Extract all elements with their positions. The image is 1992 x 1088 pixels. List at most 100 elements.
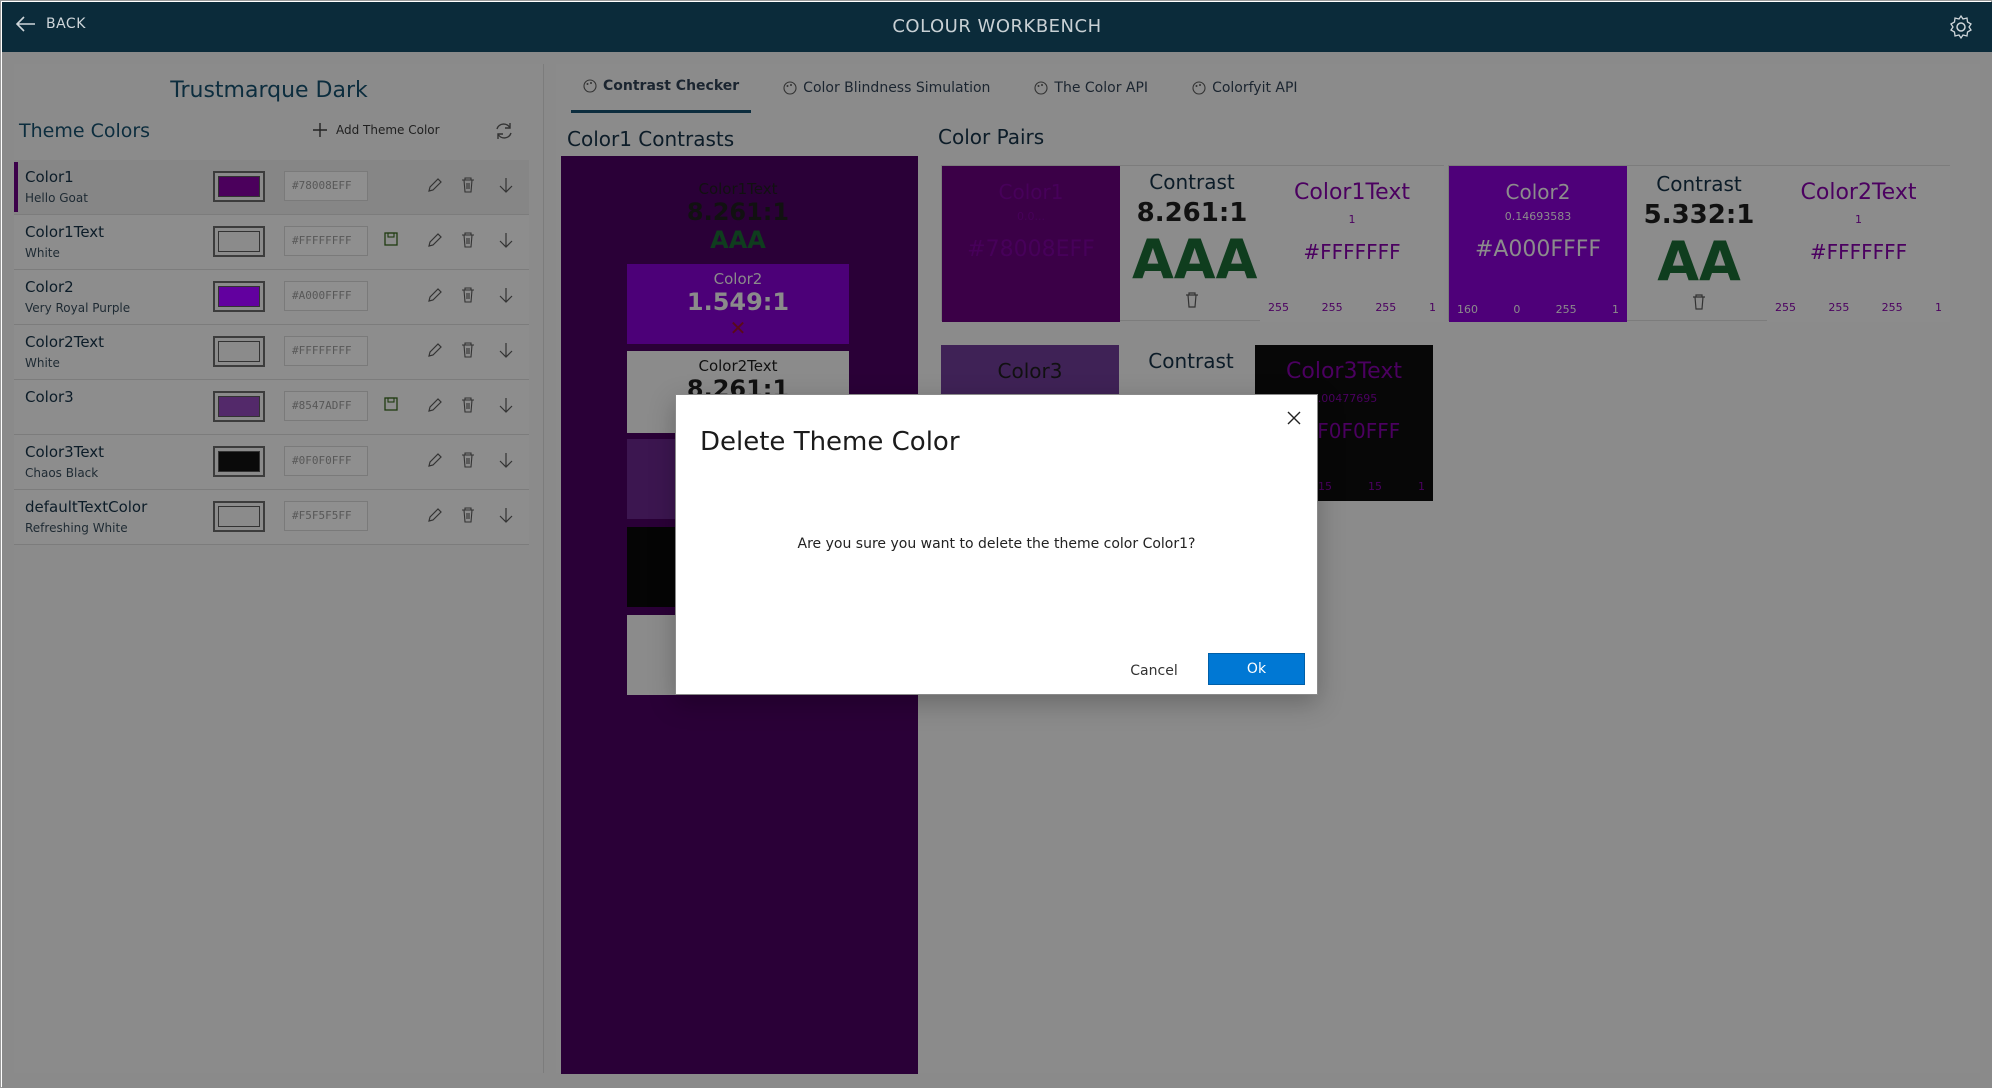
theme-color-row[interactable]: Color2Text White #FFFFFFFF bbox=[14, 325, 529, 380]
arrow-down-icon[interactable] bbox=[498, 231, 514, 249]
delete-icon[interactable] bbox=[460, 341, 476, 359]
save-icon[interactable] bbox=[383, 231, 399, 247]
hex-input[interactable]: #FFFFFFFF bbox=[284, 226, 368, 256]
dialog-message: Are you sure you want to delete the them… bbox=[797, 536, 1196, 552]
gear-icon[interactable] bbox=[1948, 14, 1974, 40]
hex-input[interactable]: #0F0F0FFF bbox=[284, 446, 368, 476]
app-window: BACK COLOUR WORKBENCH Trustmarque Dark T… bbox=[0, 0, 1992, 1088]
app-title: COLOUR WORKBENCH bbox=[892, 16, 1102, 37]
edit-icon[interactable] bbox=[426, 451, 444, 469]
delete-icon[interactable] bbox=[1692, 294, 1706, 310]
theme-color-row[interactable]: defaultTextColor Refreshing White #F5F5F5F… bbox=[14, 490, 529, 545]
delete-icon[interactable] bbox=[460, 231, 476, 249]
color-swatch[interactable] bbox=[213, 391, 265, 422]
arrow-down-icon[interactable] bbox=[498, 396, 514, 414]
edit-icon[interactable] bbox=[426, 176, 444, 194]
color-pairs-heading: Color Pairs bbox=[938, 125, 1045, 149]
contrast-box-color2: Color2 1.549:1 ✕ bbox=[627, 264, 849, 344]
color-name: Color3Text bbox=[25, 443, 105, 461]
delete-icon[interactable] bbox=[460, 176, 476, 194]
green-value: 15 bbox=[1368, 480, 1382, 493]
edit-icon[interactable] bbox=[426, 231, 444, 249]
hex-input[interactable]: #A000FFFF bbox=[284, 281, 368, 311]
tab-contrast-checker[interactable]: Contrast Checker bbox=[571, 72, 752, 113]
tab-bar: Contrast Checker Color Blindness Simulati… bbox=[571, 72, 1330, 113]
pair-color-name: Color2Text bbox=[1800, 180, 1917, 205]
theme-color-row[interactable]: Color3 #8547ADFF bbox=[14, 380, 529, 435]
arrow-down-icon[interactable] bbox=[498, 286, 514, 304]
selection-indicator bbox=[14, 162, 18, 212]
delete-icon[interactable] bbox=[460, 451, 476, 469]
pair-color-name: Color1Text bbox=[1294, 180, 1410, 205]
contrasts-heading: Color1 Contrasts bbox=[567, 127, 735, 151]
edit-icon[interactable] bbox=[426, 286, 444, 304]
pair-color-name: Color1 bbox=[998, 180, 1064, 204]
title-bar: BACK COLOUR WORKBENCH bbox=[2, 2, 1992, 52]
color-swatch[interactable] bbox=[213, 446, 265, 477]
contrast-ratio: 8.261:1 bbox=[1136, 198, 1248, 228]
palette-icon bbox=[583, 79, 597, 93]
theme-color-row[interactable]: Color1 Hello Goat #78008EFF bbox=[14, 160, 529, 215]
green-value: 255 bbox=[1321, 301, 1343, 314]
selection-indicator bbox=[14, 217, 18, 267]
arrow-down-icon[interactable] bbox=[498, 451, 514, 469]
color-description: Hello Goat bbox=[25, 191, 88, 205]
close-icon[interactable] bbox=[1287, 411, 1301, 425]
tab-label: Color Blindness Simulation bbox=[803, 79, 991, 96]
tab-colorfyit-api[interactable]: Colorfyit API bbox=[1180, 72, 1310, 113]
pair-color-a: Color1 0.0... #78008EFF bbox=[942, 166, 1120, 322]
color-swatch[interactable] bbox=[213, 336, 265, 367]
add-theme-color-button[interactable]: Add Theme Color bbox=[312, 122, 440, 138]
blue-value: 255 bbox=[1555, 303, 1577, 316]
theme-color-row[interactable]: Color2 Very Royal Purple #A000FFFF bbox=[14, 270, 529, 325]
color-swatch[interactable] bbox=[213, 281, 265, 312]
color-swatch[interactable] bbox=[213, 226, 265, 257]
palette-icon bbox=[783, 80, 797, 95]
palette-icon bbox=[1034, 80, 1048, 95]
theme-color-row[interactable]: Color3Text Chaos Black #0F0F0FFF bbox=[14, 435, 529, 490]
color-swatch[interactable] bbox=[213, 501, 265, 532]
color-name: Color1Text bbox=[25, 223, 105, 241]
theme-color-row[interactable]: Color1Text White #FFFFFFFF bbox=[14, 215, 529, 270]
arrow-down-icon[interactable] bbox=[498, 506, 514, 524]
delete-icon[interactable] bbox=[460, 286, 476, 304]
swatch-fill bbox=[218, 396, 260, 417]
swatch-fill bbox=[218, 176, 260, 197]
color-pair-card: Color1 0.0... #78008EFF Contrast 8.261:1… bbox=[941, 165, 1444, 322]
contrast-box-name: Color2Text bbox=[698, 357, 778, 375]
selection-indicator bbox=[14, 272, 18, 322]
refresh-icon[interactable] bbox=[494, 121, 514, 141]
edit-icon[interactable] bbox=[426, 396, 444, 414]
color-pair-card: Color2 0.14693583 #A000FFFF 160 0 255 1 … bbox=[1448, 165, 1950, 322]
color-swatch[interactable] bbox=[213, 171, 265, 202]
pair-color-name: Color2 bbox=[1505, 180, 1571, 204]
pair-color-name: Color3Text bbox=[1286, 359, 1402, 384]
hex-input[interactable]: #78008EFF bbox=[284, 171, 368, 201]
delete-icon[interactable] bbox=[460, 396, 476, 414]
tab-color-blindness-simulation[interactable]: Color Blindness Simulation bbox=[771, 72, 1002, 113]
save-icon[interactable] bbox=[383, 396, 399, 412]
hex-input[interactable]: #F5F5F5FF bbox=[284, 501, 368, 531]
pair-color-b: Color1Text 1 #FFFFFFF 255 255 255 1 bbox=[1260, 166, 1444, 322]
edit-icon[interactable] bbox=[426, 341, 444, 359]
alpha-value: 1 bbox=[1934, 301, 1942, 314]
hex-input[interactable]: #8547ADFF bbox=[284, 391, 368, 421]
arrow-down-icon[interactable] bbox=[498, 341, 514, 359]
arrow-down-icon[interactable] bbox=[498, 176, 514, 194]
pair-color-name: Color3 bbox=[997, 359, 1063, 383]
rgba-values: 255 255 255 1 bbox=[1268, 301, 1436, 314]
contrast-box-rating: AAA bbox=[710, 226, 766, 254]
selection-indicator bbox=[14, 327, 18, 377]
color-description: Refreshing White bbox=[25, 521, 128, 535]
color-description: Chaos Black bbox=[25, 466, 99, 480]
ok-button[interactable]: Ok bbox=[1208, 653, 1305, 685]
delete-icon[interactable] bbox=[460, 506, 476, 524]
tab-the-color-api[interactable]: The Color API bbox=[1022, 72, 1160, 113]
contrast-rating: AAA bbox=[1132, 228, 1258, 291]
pair-color-a: Color2 0.14693583 #A000FFFF 160 0 255 1 bbox=[1449, 166, 1627, 322]
color-name: defaultTextColor bbox=[25, 498, 148, 516]
cancel-button[interactable]: Cancel bbox=[1121, 655, 1187, 687]
delete-icon[interactable] bbox=[1185, 292, 1199, 308]
edit-icon[interactable] bbox=[426, 506, 444, 524]
hex-input[interactable]: #FFFFFFFF bbox=[284, 336, 368, 366]
